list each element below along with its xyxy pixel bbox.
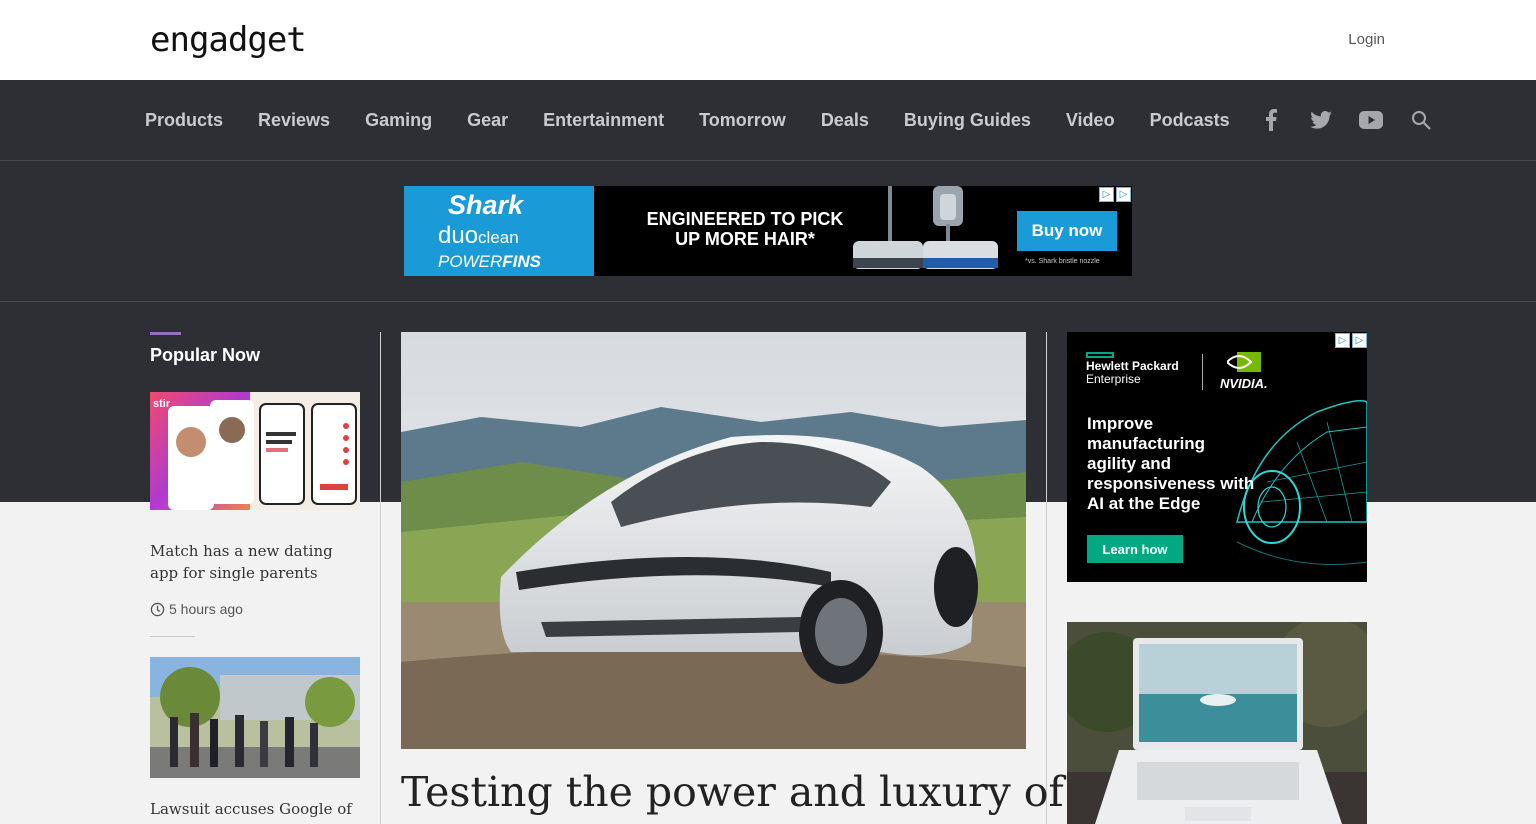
social-links [1258,80,1434,160]
twitter-icon[interactable] [1308,107,1334,133]
ad-clean: clean [478,228,519,247]
lucid-air-car-photo [401,332,1026,749]
login-link[interactable]: Login [1348,31,1385,48]
nvidia-logo-text: NVIDIA. [1220,376,1268,391]
nav-item-buying-guides[interactable]: Buying Guides [904,110,1031,131]
youtube-icon[interactable] [1358,107,1384,133]
nav-item-gaming[interactable]: Gaming [365,110,432,131]
hpe-line2: Enterprise [1086,372,1141,386]
vacuum-image [853,186,998,269]
section-accent-bar [150,332,181,335]
top-bar: engadget Login [0,0,1536,80]
item-separator [150,636,195,637]
engadget-logo[interactable]: engadget [150,20,307,60]
timestamp-text: 5 hours ago [169,601,243,617]
adchoices-badge[interactable]: ▷ ▷ [1099,187,1131,202]
ad-headline: ENGINEERED TO PICK UP MORE HAIR* [646,209,844,249]
clock-icon [150,602,165,616]
ad-fineprint: *vs. Shark bristle nozzle [1025,258,1100,265]
nvidia-eye-icon [1227,352,1261,372]
section-title: Popular Now [150,345,261,365]
ad-duo: duo [438,222,479,249]
dating-app-thumbnail: stir [150,392,360,510]
main-nav: Products Reviews Gaming Gear Entertainme… [0,80,1536,161]
popular-item-image[interactable]: stir [150,392,360,510]
popular-item-title[interactable]: Match has a new dating app for single pa… [150,540,360,584]
popular-item-title[interactable]: Lawsuit accuses Google of fostering syst… [150,798,360,824]
ad-buy-now-button[interactable]: Buy now [1017,211,1117,251]
ad-brand: Shark [448,190,524,220]
ad-power: POWER [438,252,503,271]
google-campus-thumbnail [150,657,360,778]
adchoices-icon: ▷ [1099,187,1114,202]
nav-item-entertainment[interactable]: Entertainment [543,110,664,131]
search-icon[interactable] [1408,107,1434,133]
adchoices-close-icon: ▷ [1116,187,1131,202]
ad-fins: FINS [502,252,541,271]
learn-how-button[interactable]: Learn how [1087,535,1183,563]
adchoices-close-icon: ▷ [1352,333,1367,348]
nav-item-video[interactable]: Video [1066,110,1115,131]
nav-item-reviews[interactable]: Reviews [258,110,330,131]
logo-text: engadget [150,20,307,60]
thumb-stir-text: stir [153,398,171,410]
ad-product-line2: POWERFINS [438,252,541,272]
adchoices-badge[interactable]: ▷ ▷ [1335,333,1367,348]
ad-side-copy: Improve manufacturing agility and respon… [1087,414,1255,513]
nav-item-gear[interactable]: Gear [467,110,508,131]
nav-item-deals[interactable]: Deals [821,110,869,131]
nav-item-podcasts[interactable]: Podcasts [1150,110,1230,131]
hero-image[interactable] [401,332,1026,749]
popular-item-image[interactable] [150,657,360,778]
column-divider-left [380,332,381,824]
facebook-icon[interactable] [1258,107,1284,133]
popular-item-timestamp: 5 hours ago [150,601,360,617]
nav-item-tomorrow[interactable]: Tomorrow [699,110,786,131]
adchoices-icon: ▷ [1335,333,1350,348]
nav-menu: Products Reviews Gaming Gear Entertainme… [145,80,1230,160]
hpe-logo-mark [1086,352,1114,358]
logo-divider [1202,354,1203,390]
hero-headline[interactable]: Testing the power and luxury of [401,766,1064,818]
nav-item-products[interactable]: Products [145,110,223,131]
laptop-photo [1067,622,1367,824]
column-divider-right [1046,332,1047,824]
shark-leaderboard-ad[interactable]: Shark duoclean POWERFINS ENGINEERED TO P… [404,186,1132,276]
popular-now-section: Popular Now stir Match has a new dating … [150,332,360,824]
ad-divider [0,301,1536,302]
ad-product-line1: duoclean [438,222,519,250]
sidebar-article-image[interactable] [1067,622,1367,824]
hpe-nvidia-ad[interactable]: Hewlett Packard Enterprise NVIDIA. Impro… [1067,332,1367,582]
hpe-logo-text: Hewlett Packard Enterprise [1086,360,1179,386]
